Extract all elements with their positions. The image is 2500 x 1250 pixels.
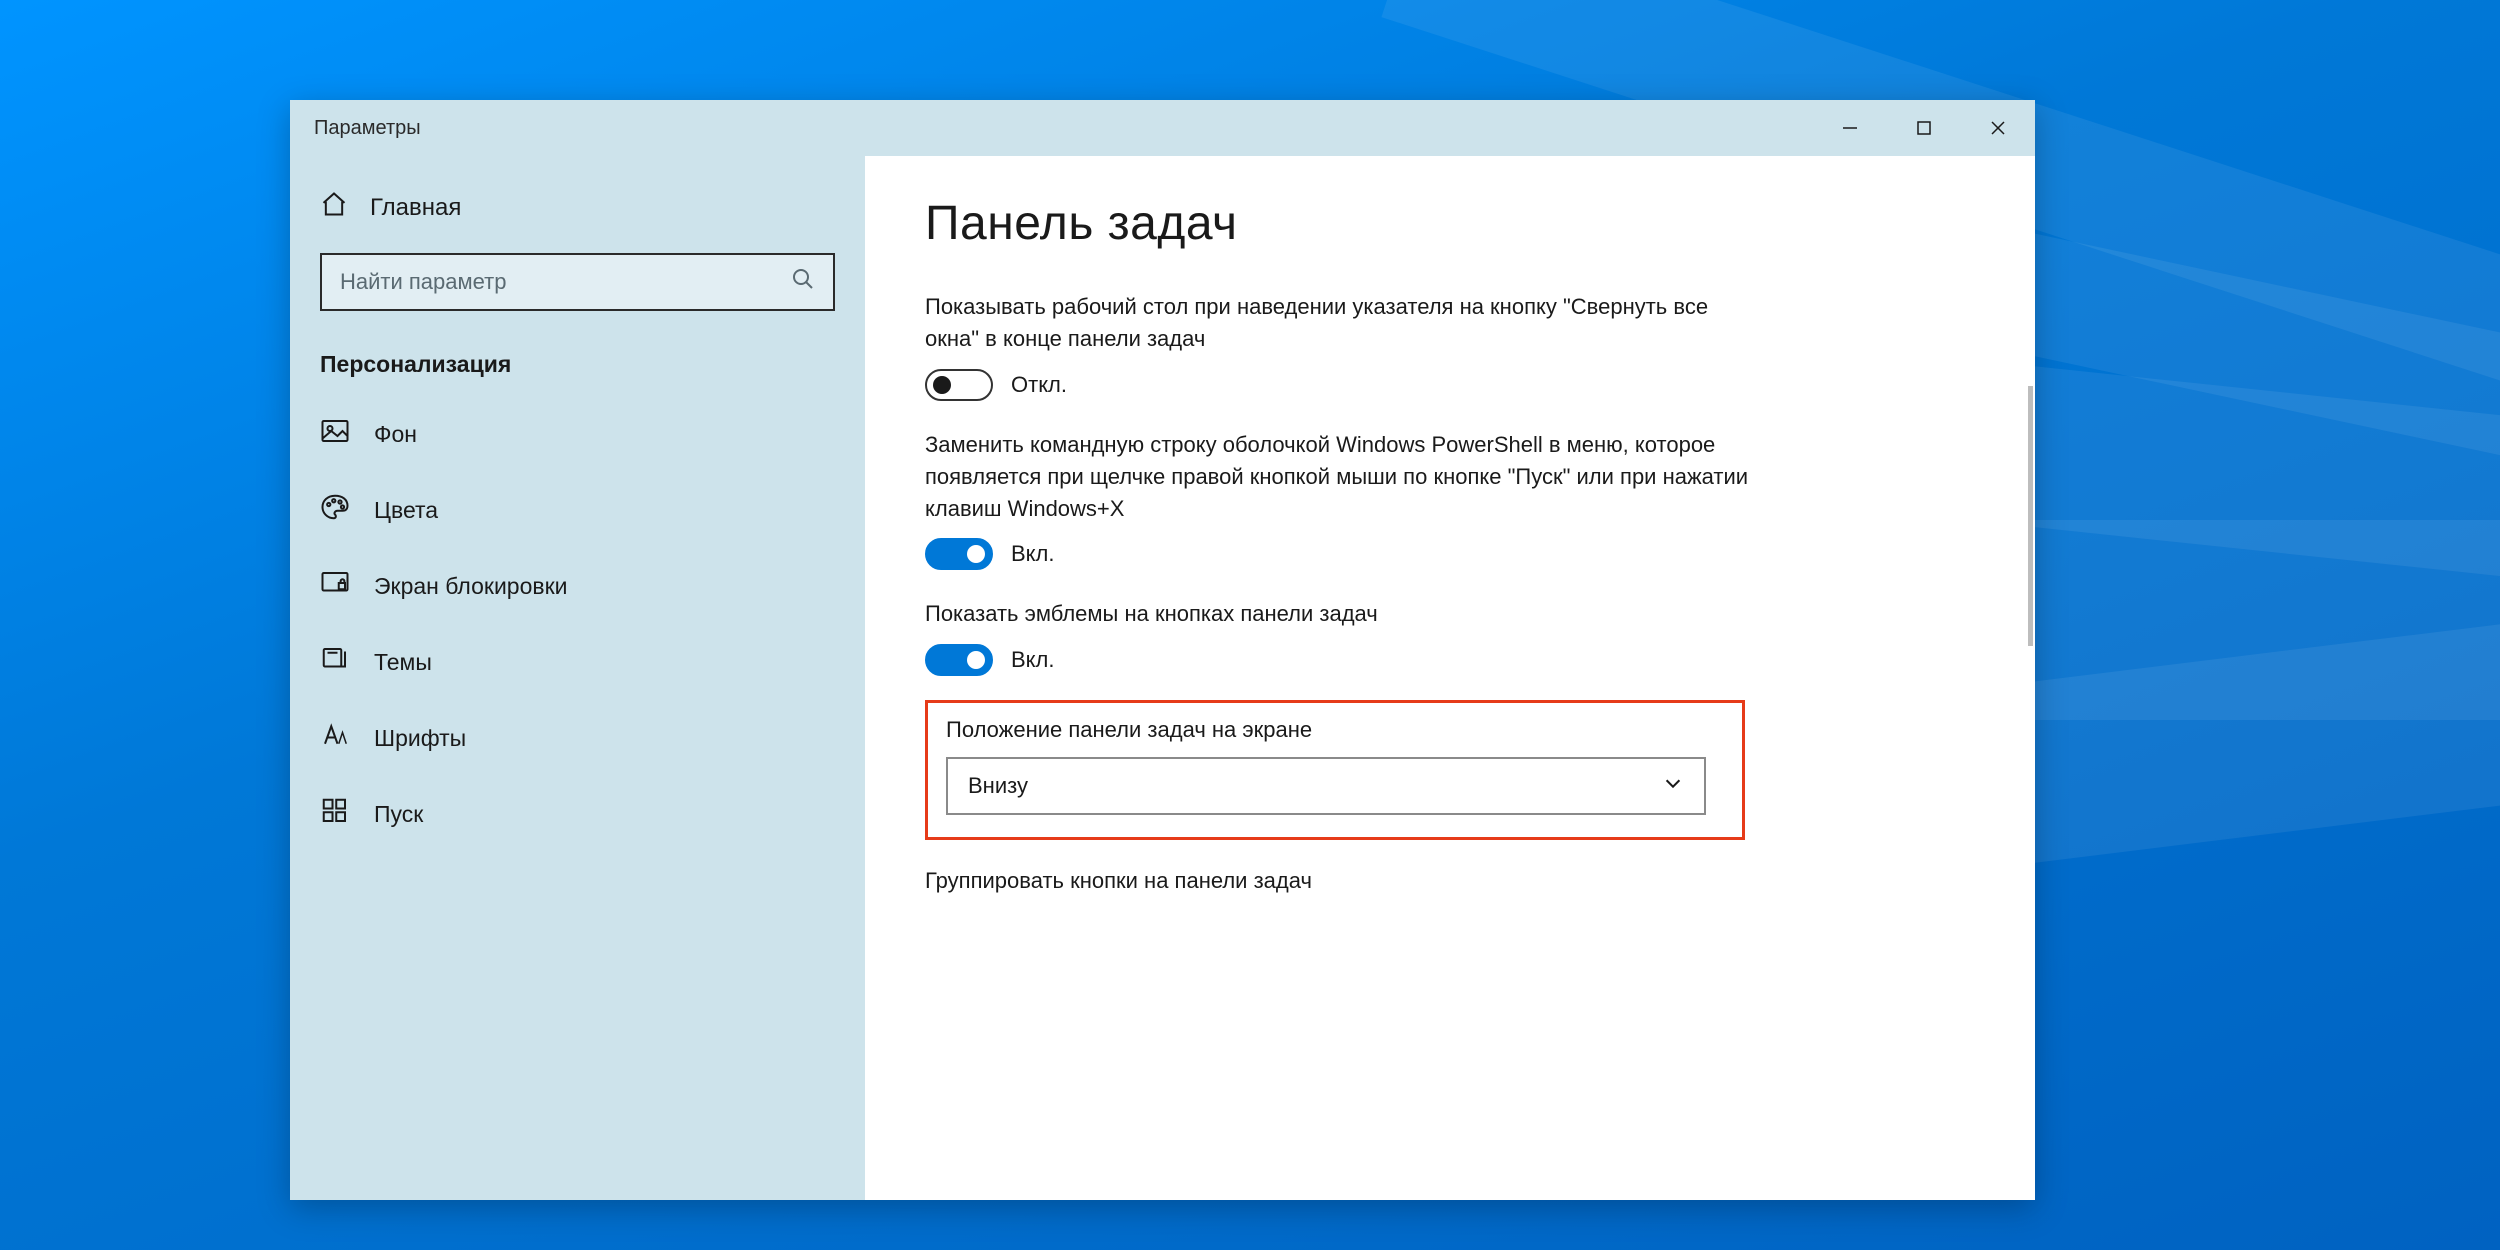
sidebar-item-start[interactable]: Пуск [290,776,865,852]
window-title: Параметры [290,117,421,140]
sidebar-item-lockscreen[interactable]: Экран блокировки [290,548,865,624]
palette-icon [320,492,350,528]
setting-text: Показывать рабочий стол при наведении ук… [925,291,1765,355]
setting-badges: Показать эмблемы на кнопках панели задач… [925,588,1765,694]
sidebar-item-label: Пуск [374,801,423,828]
sidebar-item-label: Экран блокировки [374,573,568,600]
titlebar: Параметры [290,100,2035,156]
content-pane: Панель задач Показывать рабочий стол при… [865,156,2035,1200]
window-controls [1813,100,2035,156]
setting-text: Заменить командную строку оболочкой Wind… [925,429,1765,525]
themes-icon [320,644,350,680]
minimize-button[interactable] [1813,100,1887,156]
page-title: Панель задач [925,156,1975,281]
search-icon [791,267,815,297]
home-nav[interactable]: Главная [290,176,865,239]
setting-powershell: Заменить командную строку оболочкой Wind… [925,419,1765,589]
sidebar-section-label: Персонализация [290,321,865,396]
sidebar-item-background[interactable]: Фон [290,396,865,472]
scrollbar[interactable] [2028,386,2033,646]
desktop-wallpaper: Параметры Главная [0,0,2500,1250]
toggle-state-label: Откл. [1011,372,1067,398]
toggle-state-label: Вкл. [1011,541,1055,567]
window-body: Главная Найти параметр Персонализация [290,156,2035,1200]
sidebar-item-label: Шрифты [374,725,466,752]
sidebar-item-label: Цвета [374,497,438,524]
toggle-state-label: Вкл. [1011,647,1055,673]
sidebar-nav: Фон Цвета Экран блокировки [290,396,865,852]
setting-peek-desktop: Показывать рабочий стол при наведении ук… [925,281,1765,419]
sidebar-item-colors[interactable]: Цвета [290,472,865,548]
setting-grouping-label: Группировать кнопки на панели задач [925,840,1975,894]
start-icon [320,796,350,832]
sidebar: Главная Найти параметр Персонализация [290,156,865,1200]
settings-window: Параметры Главная [290,100,2035,1200]
taskbar-position-dropdown[interactable]: Внизу [946,757,1706,815]
setting-text: Показать эмблемы на кнопках панели задач [925,598,1765,630]
dropdown-value: Внизу [968,773,1028,799]
setting-label: Положение панели задач на экране [946,717,1724,757]
search-placeholder: Найти параметр [340,269,506,295]
search-input[interactable]: Найти параметр [320,253,835,311]
lockscreen-icon [320,568,350,604]
sidebar-item-themes[interactable]: Темы [290,624,865,700]
home-label: Главная [370,194,461,222]
sidebar-item-label: Фон [374,421,417,448]
fonts-icon [320,720,350,756]
chevron-down-icon [1662,772,1684,800]
toggle-peek-desktop[interactable] [925,369,993,401]
maximize-button[interactable] [1887,100,1961,156]
toggle-badges[interactable] [925,644,993,676]
toggle-powershell[interactable] [925,538,993,570]
home-icon [320,190,348,225]
close-button[interactable] [1961,100,2035,156]
picture-icon [320,416,350,452]
sidebar-item-label: Темы [374,649,432,676]
sidebar-item-fonts[interactable]: Шрифты [290,700,865,776]
highlighted-taskbar-position: Положение панели задач на экране Внизу [925,700,1745,840]
